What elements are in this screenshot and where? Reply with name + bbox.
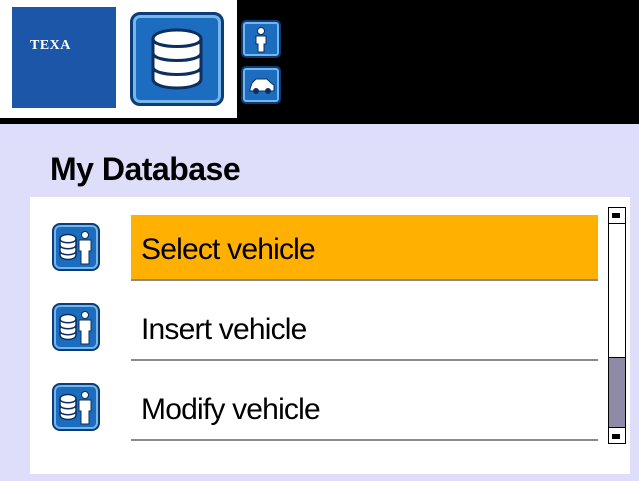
- content-area: My Database Select vehicle Insert vehicl…: [0, 124, 639, 481]
- menu-item-row: Modify vehicle: [131, 375, 598, 441]
- menu-item-modify-vehicle[interactable]: Modify vehicle: [30, 357, 600, 441]
- scrollbar[interactable]: [608, 207, 626, 444]
- menu-item-row: Insert vehicle: [131, 295, 598, 361]
- header-black-area: [237, 0, 639, 124]
- brand-text: TEXA: [30, 38, 71, 53]
- database-icon: [151, 28, 203, 90]
- header-bar: TEXA: [0, 0, 639, 124]
- texa-logo: TEXA: [12, 7, 116, 108]
- database-person-icon: [52, 223, 100, 271]
- scrollbar-thumb[interactable]: [609, 224, 625, 358]
- screen: TEXA My Database Select vehicle Insert v…: [0, 0, 639, 481]
- page-title: My Database: [50, 151, 241, 187]
- person-icon: [255, 27, 267, 53]
- scroll-down-arrow-icon[interactable]: [609, 427, 625, 443]
- menu-list: Select vehicle Insert vehicle Modify veh…: [30, 197, 630, 474]
- menu-item-insert-vehicle[interactable]: Insert vehicle: [30, 277, 600, 361]
- database-button[interactable]: [130, 12, 224, 106]
- person-button[interactable]: [241, 20, 281, 58]
- database-person-icon: [52, 303, 100, 351]
- vehicle-button[interactable]: [241, 66, 281, 104]
- car-icon: [249, 78, 275, 94]
- scroll-up-arrow-icon[interactable]: [609, 208, 625, 224]
- menu-item-label: Select vehicle: [141, 233, 316, 266]
- menu-item-highlight: Select vehicle: [131, 215, 598, 281]
- menu-item-label: Insert vehicle: [141, 313, 307, 346]
- menu-item-label: Modify vehicle: [141, 393, 321, 426]
- menu-item-select-vehicle[interactable]: Select vehicle: [30, 197, 600, 281]
- database-person-icon: [52, 383, 100, 431]
